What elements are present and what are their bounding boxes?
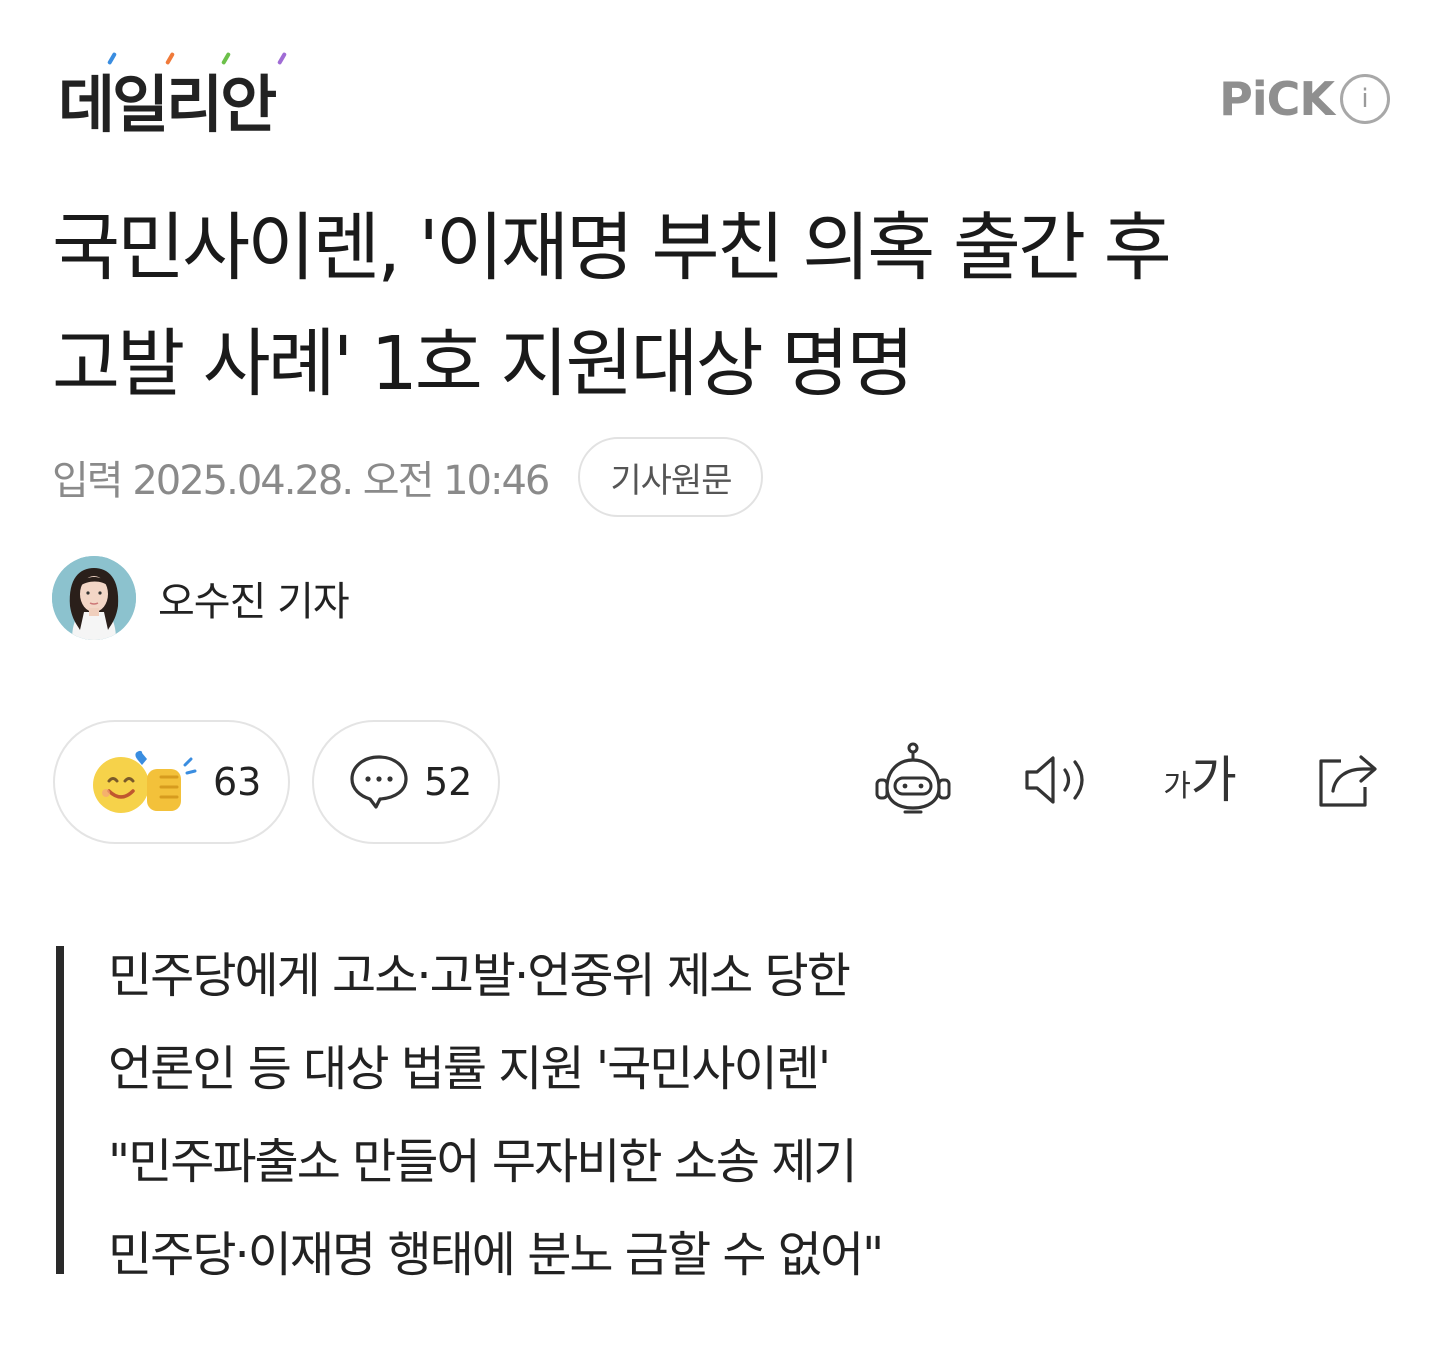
- press-name: 데일리안: [58, 68, 277, 141]
- date-row: 입력 2025.04.28. 오전 10:46 기사원문: [52, 436, 764, 518]
- comment-count: 52: [424, 760, 473, 804]
- share-button[interactable]: [1312, 740, 1384, 820]
- avatar-image: [52, 556, 136, 640]
- summary-line: 민주당에게 고소·고발·언중위 제소 당한: [108, 948, 851, 1004]
- article-title-line: 고발 사례' 1호 지원대상 명명: [52, 321, 914, 407]
- article-title: 국민사이렌, '이재명 부친 의혹 출간 후 고발 사례' 1호 지원대상 명명: [52, 190, 1352, 422]
- article-summary: 민주당에게 고소·고발·언중위 제소 당한 언론인 등 대상 법률 지원 '국민…: [56, 946, 884, 1283]
- speaker-icon: [1025, 756, 1084, 804]
- font-size-small: 가: [1163, 769, 1191, 804]
- summary-line: 언론인 등 대상 법률 지원 '국민사이렌': [108, 1041, 831, 1097]
- like-count: 63: [213, 760, 262, 804]
- font-size-large: 가: [1190, 751, 1237, 809]
- reaction-button[interactable]: 63: [53, 720, 290, 844]
- article-title-line: 국민사이렌, '이재명 부친 의혹 출간 후: [52, 205, 1172, 291]
- reporter-avatar[interactable]: [52, 556, 136, 640]
- text-to-speech-button[interactable]: [1022, 740, 1092, 820]
- summary-bot-button[interactable]: [872, 740, 954, 820]
- summary-line: 민주당·이재명 행태에 분노 금할 수 없어": [108, 1227, 884, 1283]
- logo-dot: [165, 51, 175, 66]
- comment-button[interactable]: 52: [312, 720, 500, 844]
- reporter-name[interactable]: 오수진 기자: [158, 569, 350, 627]
- article-page: 데일리안 PiCK i 국민사이렌, '이재명 부친 의혹 출간 후 고발 사례…: [0, 0, 1440, 1366]
- logo-dot: [221, 51, 231, 66]
- reporter[interactable]: 오수진 기자: [52, 556, 350, 640]
- pick-label: PiCK: [1219, 72, 1335, 126]
- reaction-emoji-icon: [93, 750, 197, 813]
- share-icon: [1319, 755, 1377, 807]
- robot-summary-icon: [875, 742, 951, 814]
- font-size-button[interactable]: 가 가: [1160, 740, 1240, 820]
- summary-line: "민주파출소 만들어 무자비한 소송 제기: [108, 1134, 858, 1190]
- publish-date: 입력 2025.04.28. 오전 10:46: [52, 458, 550, 504]
- pick-badge[interactable]: PiCK i: [1219, 72, 1390, 126]
- logo-dot: [277, 51, 287, 66]
- logo-dots: [52, 51, 292, 68]
- logo-dot: [107, 51, 117, 66]
- comment-icon: [350, 755, 408, 809]
- info-icon[interactable]: i: [1340, 74, 1390, 124]
- original-article-button[interactable]: 기사원문: [578, 437, 764, 517]
- font-size-icon: 가 가: [1163, 755, 1237, 805]
